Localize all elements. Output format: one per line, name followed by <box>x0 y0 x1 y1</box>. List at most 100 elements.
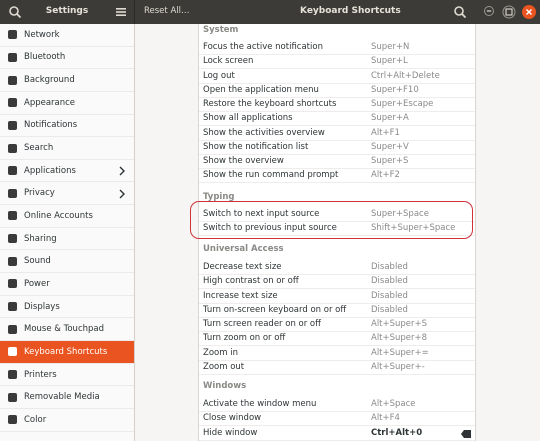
sidebar-item-label: Keyboard Shortcuts <box>24 346 108 357</box>
sidebar-item-sharing[interactable]: Sharing <box>0 228 134 251</box>
section-title-windows: Windows <box>203 381 247 391</box>
shortcut-row[interactable]: Zoom out Alt+Super+- <box>199 360 475 375</box>
section-title-universal: Universal Access <box>203 244 284 254</box>
sidebar-item-appearance[interactable]: Appearance <box>0 92 134 115</box>
keyboard-icon <box>8 347 17 357</box>
sidebar-item-removable-media[interactable]: Removable Media <box>0 386 134 409</box>
color-icon <box>8 415 17 425</box>
sidebar-item-privacy[interactable]: Privacy <box>0 183 134 206</box>
shortcut-row[interactable]: Lock screen Super+L <box>199 54 475 70</box>
minimize-icon[interactable] <box>484 6 494 16</box>
shortcut-keys: Alt+Super+- <box>371 361 425 372</box>
sidebar-item-sound[interactable]: Sound <box>0 251 134 274</box>
shortcut-row[interactable]: Open the application menu Super+F10 <box>199 83 475 98</box>
sidebar-item-network[interactable]: Network <box>0 24 134 47</box>
shortcut-row[interactable]: Decrease text size Disabled <box>199 260 475 276</box>
shortcut-name: Close window <box>203 413 262 424</box>
section-title-system: System <box>203 25 239 35</box>
shortcut-row[interactable]: Zoom in Alt+Super+= <box>199 346 475 361</box>
shortcut-row[interactable]: Turn on-screen keyboard on or off Disable… <box>199 303 475 318</box>
shortcut-row[interactable]: Turn zoom on or off Alt+Super+8 <box>199 331 475 347</box>
sidebar-item-label: Applications <box>24 165 76 176</box>
shortcut-name: Hide window <box>203 427 258 438</box>
shortcut-keys: Alt+F4 <box>371 413 400 424</box>
shortcut-name: Turn screen reader on or off <box>203 319 321 329</box>
shortcut-name: Show the notification list <box>203 141 309 152</box>
shortcut-row[interactable]: Hide window Ctrl+Alt+0 <box>199 426 475 441</box>
shortcut-name: Restore the keyboard shortcuts <box>203 99 337 109</box>
shortcut-keys: Alt+Super+S <box>371 319 428 329</box>
shortcut-keys: Disabled <box>371 262 408 272</box>
shortcut-name: Lock screen <box>203 56 254 67</box>
shortcut-name: Turn on-screen keyboard on or off <box>203 304 347 315</box>
privacy-icon <box>8 188 17 198</box>
shortcut-row[interactable]: Focus the active notification Super+N <box>199 40 475 56</box>
printer-icon <box>8 370 17 380</box>
shortcut-name: Zoom in <box>203 347 238 358</box>
shortcut-row[interactable]: Restore the keyboard shortcuts Super+Esca… <box>199 97 475 113</box>
shortcut-row[interactable]: Show the notification list Super+V <box>199 140 475 155</box>
shortcut-name: Zoom out <box>203 361 245 372</box>
shortcut-row[interactable]: Increase text size Disabled <box>199 289 475 304</box>
shortcut-row[interactable]: Activate the window menu Alt+Space <box>199 397 475 413</box>
hamburger-menu-icon[interactable] <box>115 5 127 19</box>
background-icon <box>8 75 17 85</box>
reset-all-button[interactable]: Reset All… <box>144 6 189 16</box>
title-bar: Settings Reset All… Keyboard Shortcuts <box>0 0 540 24</box>
sidebar-item-color[interactable]: Color <box>0 409 134 432</box>
sidebar-item-notifications[interactable]: Notifications <box>0 115 134 138</box>
sidebar-item-power[interactable]: Power <box>0 273 134 296</box>
sidebar-item-background[interactable]: Background <box>0 69 134 92</box>
sidebar-item-search[interactable]: Search <box>0 137 134 160</box>
share-icon <box>8 234 17 244</box>
apps-icon <box>8 166 17 176</box>
shortcut-keys: Ctrl+Alt+Delete <box>371 70 440 81</box>
sidebar-item-label: Sound <box>24 256 51 267</box>
sidebar-item-label: Notifications <box>24 120 78 131</box>
network-icon <box>8 30 17 40</box>
shortcut-name: High contrast on or off <box>203 276 299 287</box>
shortcut-keys: Super+A <box>371 113 409 124</box>
shortcut-row[interactable]: Close window Alt+F4 <box>199 411 475 427</box>
app-title: Settings <box>45 6 89 16</box>
appearance-icon <box>8 98 17 108</box>
sidebar-item-bluetooth[interactable]: Bluetooth <box>0 47 134 70</box>
settings-sidebar: Network Bluetooth Background Appearance Noti… <box>0 24 135 441</box>
shortcut-name: Show the overview <box>203 156 284 166</box>
bell-icon <box>8 120 17 130</box>
shortcut-name: Increase text size <box>203 290 278 301</box>
shortcut-row[interactable]: Show the overview Super+S <box>199 154 475 170</box>
panel-title: Keyboard Shortcuts <box>300 6 401 16</box>
search-icon <box>8 143 17 153</box>
shortcut-row[interactable]: Show the run command prompt Alt+F2 <box>199 168 475 184</box>
shortcut-keys: Ctrl+Alt+0 <box>371 427 423 438</box>
shortcut-row[interactable]: Turn screen reader on or off Alt+Super+S <box>199 317 475 333</box>
sidebar-item-keyboard-shortcuts[interactable]: Keyboard Shortcuts <box>0 341 134 364</box>
shortcut-keys: Alt+Super+= <box>371 347 429 358</box>
close-icon <box>526 9 532 15</box>
shortcut-name: Show the activities overview <box>203 127 325 138</box>
sidebar-item-displays[interactable]: Displays <box>0 296 134 319</box>
media-icon <box>8 392 17 402</box>
sidebar-item-printers[interactable]: Printers <box>0 364 134 387</box>
shortcut-keys: Disabled <box>371 290 408 301</box>
sidebar-item-applications[interactable]: Applications <box>0 160 134 183</box>
shortcut-name: Log out <box>203 70 235 81</box>
shortcut-search-icon[interactable] <box>453 5 467 19</box>
maximize-icon[interactable] <box>502 5 516 19</box>
shortcut-keys: Super+L <box>371 56 408 67</box>
shortcut-keys: Alt+Super+8 <box>371 333 428 344</box>
shortcut-row[interactable]: High contrast on or off Disabled <box>199 274 475 290</box>
sidebar-item-online-accounts[interactable]: Online Accounts <box>0 205 134 228</box>
shortcut-row[interactable]: Log out Ctrl+Alt+Delete <box>199 69 475 84</box>
sidebar-item-mouse-touchpad[interactable]: Mouse & Touchpad <box>0 318 134 342</box>
typing-highlight-annotation <box>190 201 473 239</box>
shortcut-row[interactable]: Show the activities overview Alt+F1 <box>199 126 475 141</box>
shortcut-keys: Super+S <box>371 156 409 166</box>
close-button[interactable] <box>522 5 536 19</box>
shortcut-keys: Super+V <box>371 141 409 152</box>
sidebar-item-label: Network <box>24 29 60 40</box>
shortcut-row[interactable]: Show all applications Super+A <box>199 111 475 127</box>
shortcut-keys: Alt+F2 <box>371 170 400 181</box>
shortcut-name: Focus the active notification <box>203 42 323 52</box>
